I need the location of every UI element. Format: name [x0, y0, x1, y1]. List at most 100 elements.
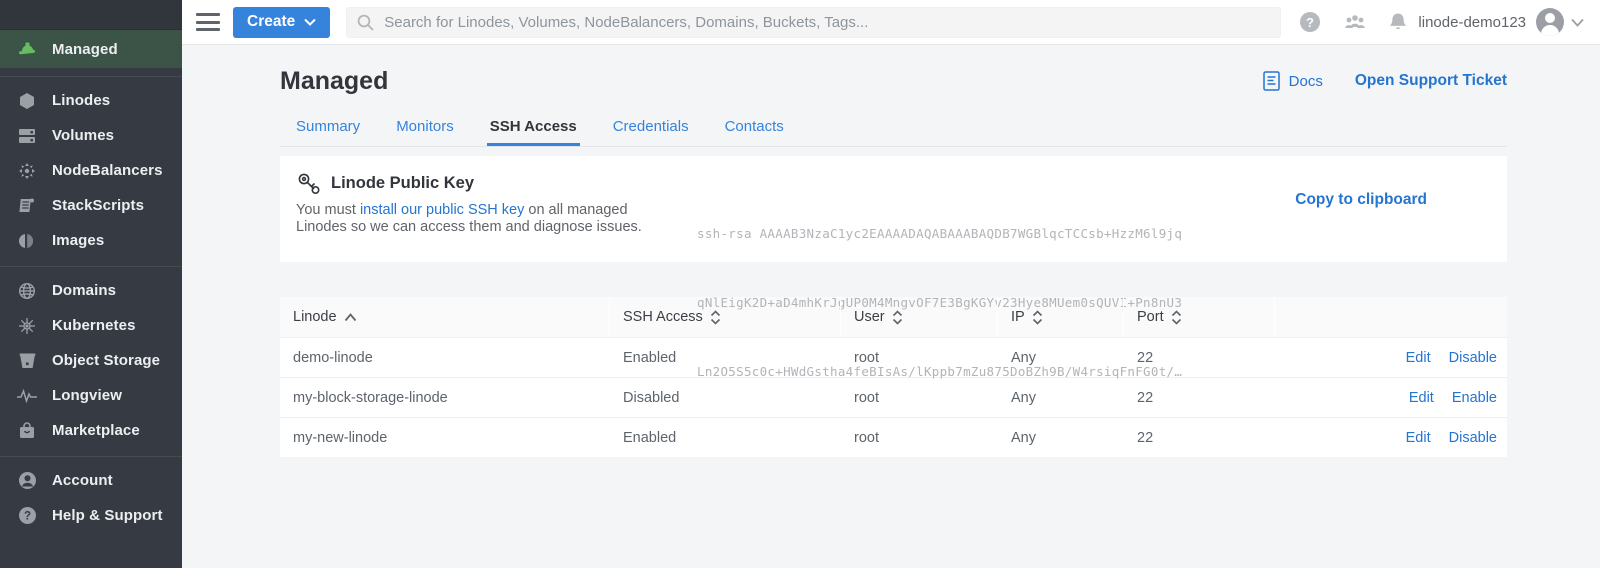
kubernetes-icon	[17, 316, 37, 336]
user-menu-chevron-icon[interactable]	[1571, 18, 1584, 27]
toggle-ssh-link[interactable]: Disable	[1449, 350, 1497, 366]
sidebar-item-longview[interactable]: Longview	[0, 378, 182, 413]
community-people-icon[interactable]	[1342, 12, 1368, 32]
copy-to-clipboard-button[interactable]: Copy to clipboard	[1295, 191, 1427, 262]
search-icon	[357, 14, 374, 31]
column-header-linode[interactable]: Linode	[280, 297, 610, 337]
linode-public-key-card: Linode Public Key You must install our p…	[280, 156, 1507, 262]
sidebar-item-stackscripts[interactable]: StackScripts	[0, 188, 182, 223]
edit-link[interactable]: Edit	[1406, 430, 1431, 446]
sidebar-item-help-support[interactable]: ? Help & Support	[0, 498, 182, 533]
open-support-ticket-link[interactable]: Open Support Ticket	[1355, 72, 1507, 90]
cell-linode: demo-linode	[280, 350, 610, 366]
column-label: IP	[1011, 309, 1025, 325]
user-avatar[interactable]	[1536, 8, 1564, 36]
stackscripts-icon	[17, 196, 37, 216]
column-header-actions	[1275, 297, 1507, 337]
cell-port: 22	[1124, 390, 1275, 406]
sort-both-icon	[892, 310, 903, 325]
page-title: Managed	[280, 67, 388, 96]
sidebar-item-label: Marketplace	[52, 422, 140, 439]
sort-both-icon	[1032, 310, 1043, 325]
sidebar-item-label: Linodes	[52, 92, 110, 109]
cell-linode: my-block-storage-linode	[280, 390, 610, 406]
managed-hardhat-icon	[17, 39, 37, 59]
sidebar-item-linodes[interactable]: Linodes	[0, 83, 182, 118]
linodes-icon	[17, 91, 37, 111]
sidebar-item-label: Kubernetes	[52, 317, 136, 334]
sidebar-item-label: Account	[52, 472, 113, 489]
sidebar-item-managed[interactable]: Managed	[0, 30, 182, 68]
sidebar-item-domains[interactable]: Domains	[0, 273, 182, 308]
sidebar-item-label: Managed	[52, 41, 118, 58]
domains-globe-icon	[17, 281, 37, 301]
sidebar-item-nodebalancers[interactable]: NodeBalancers	[0, 153, 182, 188]
docs-link-label: Docs	[1289, 73, 1323, 90]
column-header-ip[interactable]: IP	[998, 297, 1124, 337]
column-header-port[interactable]: Port	[1124, 297, 1275, 337]
docs-link[interactable]: Docs	[1262, 71, 1323, 91]
sidebar-item-label: Images	[52, 232, 104, 249]
column-label: User	[854, 309, 885, 325]
sidebar-item-images[interactable]: Images	[0, 223, 182, 258]
main-content: Managed Docs Open Support Ticket Summary…	[182, 45, 1600, 568]
tab-monitors[interactable]: Monitors	[393, 110, 457, 146]
install-ssh-key-link[interactable]: install our public SSH key	[360, 202, 524, 218]
edit-link[interactable]: Edit	[1409, 390, 1434, 406]
create-button-label: Create	[247, 13, 295, 31]
images-icon	[17, 231, 37, 251]
edit-link[interactable]: Edit	[1406, 350, 1431, 366]
svg-text:?: ?	[23, 511, 30, 523]
sidebar-header	[0, 0, 182, 30]
cell-linode: my-new-linode	[280, 430, 610, 446]
description-prefix: You must	[296, 202, 360, 218]
volumes-icon	[17, 126, 37, 146]
cell-user: root	[841, 430, 998, 446]
cell-ip: Any	[998, 430, 1124, 446]
sidebar-item-volumes[interactable]: Volumes	[0, 118, 182, 153]
menu-hamburger-icon[interactable]	[196, 13, 220, 31]
toggle-ssh-link[interactable]: Disable	[1449, 430, 1497, 446]
sidebar-item-account[interactable]: Account	[0, 463, 182, 498]
cell-user: root	[841, 350, 998, 366]
sidebar-item-object-storage[interactable]: Object Storage	[0, 343, 182, 378]
sort-both-icon	[1171, 310, 1182, 325]
cell-ssh-access: Disabled	[610, 390, 841, 406]
sidebar: Managed Linodes Volumes NodeBalancers	[0, 0, 182, 568]
nodebalancers-icon	[17, 161, 37, 181]
cell-ssh-access: Enabled	[610, 430, 841, 446]
table-header-row: Linode SSH Access User IP Port	[280, 297, 1507, 337]
help-circle-icon[interactable]: ?	[1299, 11, 1321, 33]
sidebar-item-marketplace[interactable]: Marketplace	[0, 413, 182, 448]
tab-ssh-access[interactable]: SSH Access	[487, 110, 580, 146]
search-input[interactable]	[384, 14, 1270, 31]
sidebar-item-label: NodeBalancers	[52, 162, 163, 179]
global-search[interactable]	[346, 7, 1281, 38]
column-header-user[interactable]: User	[841, 297, 998, 337]
tab-summary[interactable]: Summary	[293, 110, 363, 146]
sort-both-icon	[710, 310, 721, 325]
create-button[interactable]: Create	[233, 7, 330, 38]
svg-text:?: ?	[1306, 15, 1314, 30]
cell-port: 22	[1124, 350, 1275, 366]
cell-ssh-access: Enabled	[610, 350, 841, 366]
cell-ip: Any	[998, 390, 1124, 406]
cell-user: root	[841, 390, 998, 406]
tab-credentials[interactable]: Credentials	[610, 110, 692, 146]
sidebar-item-label: Longview	[52, 387, 122, 404]
longview-pulse-icon	[17, 386, 37, 406]
tab-contacts[interactable]: Contacts	[722, 110, 787, 146]
sidebar-item-kubernetes[interactable]: Kubernetes	[0, 308, 182, 343]
cell-ip: Any	[998, 350, 1124, 366]
notifications-bell-icon[interactable]	[1389, 12, 1407, 33]
help-question-icon: ?	[17, 506, 37, 526]
sidebar-item-label: Object Storage	[52, 352, 160, 369]
cell-port: 22	[1124, 430, 1275, 446]
column-label: Linode	[293, 309, 337, 325]
column-header-ssh-access[interactable]: SSH Access	[610, 297, 841, 337]
chevron-down-icon	[304, 18, 316, 26]
sidebar-item-label: Domains	[52, 282, 116, 299]
toggle-ssh-link[interactable]: Enable	[1452, 390, 1497, 406]
username-label[interactable]: linode-demo123	[1418, 14, 1526, 31]
account-person-icon	[17, 471, 37, 491]
